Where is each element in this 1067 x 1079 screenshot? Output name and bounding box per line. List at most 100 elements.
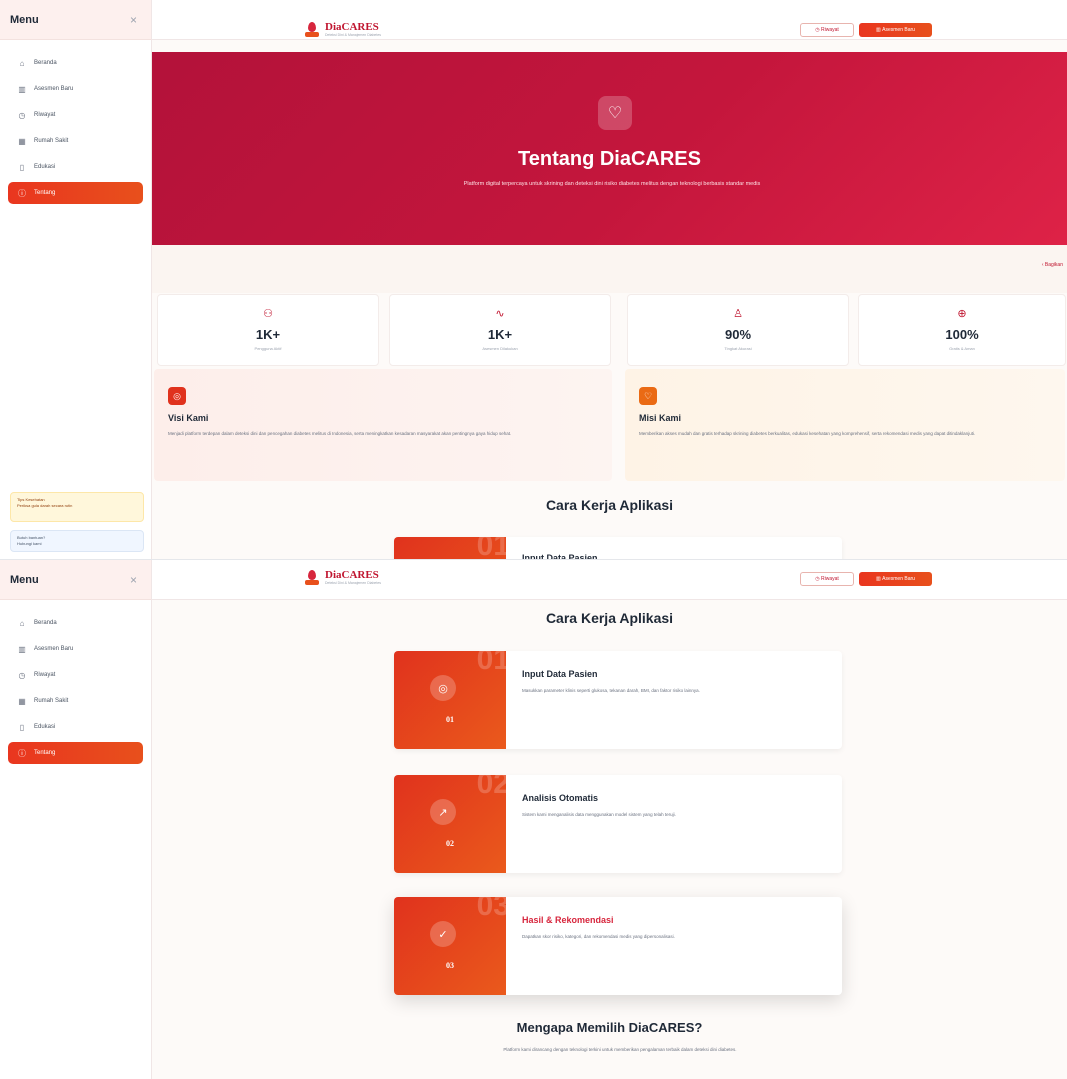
sidebar-item-label: Riwayat <box>34 672 56 678</box>
step-description: Dapatkan skor risiko, kategori, dan reko… <box>522 934 675 939</box>
health-tip-card: Tips Kesehatan Periksa gula darah secara… <box>10 492 144 522</box>
visi-card: ◎ Visi Kami Menjadi platform terdepan da… <box>154 369 612 481</box>
sidebar-item-edukasi[interactable]: ▯ Edukasi <box>8 716 143 738</box>
step-description: Masukkan parameter klinis seperti glukos… <box>522 688 700 693</box>
sidebar-header: Menu × <box>0 560 151 600</box>
stat-label: Gratis & Aman <box>949 346 975 351</box>
stat-card: ♙ 90% Tingkat Akurasi <box>627 294 849 366</box>
visi-title: Visi Kami <box>168 413 209 423</box>
stat-label: Tingkat Akurasi <box>724 346 752 351</box>
riwayat-button[interactable]: ◷ Riwayat <box>800 572 854 586</box>
sidebar-item-tentang[interactable]: ⓘ Tentang <box>8 742 143 764</box>
logo-mark-icon <box>305 570 319 586</box>
sidebar-item-label: Riwayat <box>34 112 56 118</box>
sidebar-item-beranda[interactable]: ⌂ Beranda <box>8 52 143 74</box>
step-side: 01 ◎ 01 <box>394 651 506 749</box>
asesmen-label: Asesmen Baru <box>882 27 915 33</box>
sidebar-title: Menu <box>10 573 39 586</box>
asesmen-baru-button[interactable]: ▥ Asesmen Baru <box>859 23 932 37</box>
step-side: 02 ↗ 02 <box>394 775 506 873</box>
info-icon: ⓘ <box>18 748 26 758</box>
close-icon[interactable]: × <box>130 573 137 587</box>
sidebar-item-label: Tentang <box>34 750 56 756</box>
activity-icon: ∿ <box>495 308 505 320</box>
target-icon: ◎ <box>430 675 456 701</box>
share-label: Bagikan <box>1044 262 1063 268</box>
trending-up-icon: ↗ <box>430 799 456 825</box>
history-icon: ◷ <box>18 110 26 120</box>
sidebar-item-label: Beranda <box>34 60 57 66</box>
target-icon: ◎ <box>168 387 186 405</box>
misi-title: Misi Kami <box>639 413 682 423</box>
stat-value: 90% <box>724 327 752 342</box>
sidebar: Menu × ⌂ Beranda ▥ Asesmen Baru ◷ Riwayat ▦… <box>0 0 152 559</box>
tip-text: Periksa gula darah secara rutin <box>17 503 73 508</box>
sidebar-item-riwayat[interactable]: ◷ Riwayat <box>8 104 143 126</box>
sidebar-item-edukasi[interactable]: ▯ Edukasi <box>8 156 143 178</box>
step-number: 03 <box>446 961 454 970</box>
sidebar-item-beranda[interactable]: ⌂ Beranda <box>8 612 143 634</box>
sidebar-item-label: Tentang <box>34 190 56 196</box>
stat-value: 100% <box>945 327 979 342</box>
sidebar-item-tentang[interactable]: ⓘ Tentang <box>8 182 143 204</box>
stat-label: Pengguna Aktif <box>254 346 282 351</box>
sidebar: Menu × ⌂ Beranda ▥ Asesmen Baru ◷ Riwayat ▦… <box>0 560 152 1079</box>
sidebar-item-riwayat[interactable]: ◷ Riwayat <box>8 664 143 686</box>
step-number: 02 <box>446 839 454 848</box>
step-title: Hasil & Rekomendasi <box>522 915 614 925</box>
step-card: 02 ↗ 02 Analisis Otomatis Sistem kami me… <box>394 775 842 873</box>
step-title: Input Data Pasien <box>522 669 598 679</box>
asesmen-label: Asesmen Baru <box>882 576 915 582</box>
award-icon: ♙ <box>733 308 743 320</box>
heart-icon: ♡ <box>598 96 632 130</box>
step-card: 01 ◎ 01 Input Data Pasien Masukkan param… <box>394 651 842 749</box>
stat-card: ⊕ 100% Gratis & Aman <box>858 294 1066 366</box>
sidebar-item-asesmen-baru[interactable]: ▥ Asesmen Baru <box>8 638 143 660</box>
sidebar-item-label: Asesmen Baru <box>34 86 74 92</box>
sidebar-item-label: Rumah Sakit <box>34 698 69 704</box>
stat-card: ⚇ 1K+ Pengguna Aktif <box>157 294 379 366</box>
chart-icon: ▥ <box>18 84 26 94</box>
brand-name: DiaCARES <box>325 569 379 581</box>
step-card-active: 03 ✓ 03 Hasil & Rekomendasi Dapatkan sko… <box>394 897 842 995</box>
riwayat-label: Riwayat <box>820 27 839 33</box>
brand-tagline: Deteksi Dini & Manajemen Diabetes <box>325 33 382 37</box>
why-title: Mengapa Memilih DiaCARES? <box>516 1020 703 1035</box>
brand-name: DiaCARES <box>325 21 379 33</box>
asesmen-baru-button[interactable]: ▥ Asesmen Baru <box>859 572 932 586</box>
visi-text: Menjadi platform terdepan dalam deteksi … <box>168 431 512 436</box>
logo-mark-icon <box>305 22 319 38</box>
sidebar-item-rumah-sakit[interactable]: ▦ Rumah Sakit <box>8 130 143 152</box>
step-card-peek: 01 Input Data Pasien <box>394 537 842 559</box>
step-number-watermark: 03 <box>476 897 506 922</box>
screen-bottom: Menu × ⌂ Beranda ▥ Asesmen Baru ◷ Riwayat ▦… <box>0 559 1067 1079</box>
close-icon[interactable]: × <box>130 13 137 27</box>
book-icon: ▯ <box>19 162 25 172</box>
sidebar-header: Menu × <box>0 0 151 40</box>
sidebar-item-label: Beranda <box>34 620 57 626</box>
hero-subtitle: Platform digital terpercaya untuk skrini… <box>463 181 761 187</box>
brand-tagline: Deteksi Dini & Manajemen Diabetes <box>325 581 382 585</box>
check-circle-icon: ✓ <box>430 921 456 947</box>
sidebar-nav: ⌂ Beranda ▥ Asesmen Baru ◷ Riwayat ▦ Rumah S… <box>0 40 151 204</box>
misi-card: ♡ Misi Kami Memberikan akses mudah dan g… <box>625 369 1065 481</box>
stat-value: 1K+ <box>487 327 513 342</box>
help-card[interactable]: Butuh bantuan? Hubungi kami <box>10 530 144 552</box>
step-number-watermark: 01 <box>476 651 506 676</box>
share-link[interactable]: ‹ Bagikan <box>1042 262 1063 268</box>
sidebar-item-asesmen-baru[interactable]: ▥ Asesmen Baru <box>8 78 143 100</box>
sidebar-item-rumah-sakit[interactable]: ▦ Rumah Sakit <box>8 690 143 712</box>
app-logo[interactable]: DiaCARES Deteksi Dini & Manajemen Diabet… <box>305 570 381 586</box>
riwayat-button[interactable]: ◷ Riwayat <box>800 23 854 37</box>
app-logo[interactable]: DiaCARES Deteksi Dini & Manajemen Diabet… <box>305 22 381 38</box>
home-icon: ⌂ <box>19 58 25 68</box>
history-icon: ◷ <box>18 670 26 680</box>
sidebar-item-label: Rumah Sakit <box>34 138 69 144</box>
riwayat-label: Riwayat <box>820 576 839 582</box>
step-side: 01 <box>394 537 506 559</box>
info-icon: ⓘ <box>18 188 26 198</box>
help-text: Hubungi kami <box>17 541 42 546</box>
sidebar-title: Menu <box>10 13 39 26</box>
step-number: 01 <box>446 715 454 724</box>
step-side: 03 ✓ 03 <box>394 897 506 995</box>
